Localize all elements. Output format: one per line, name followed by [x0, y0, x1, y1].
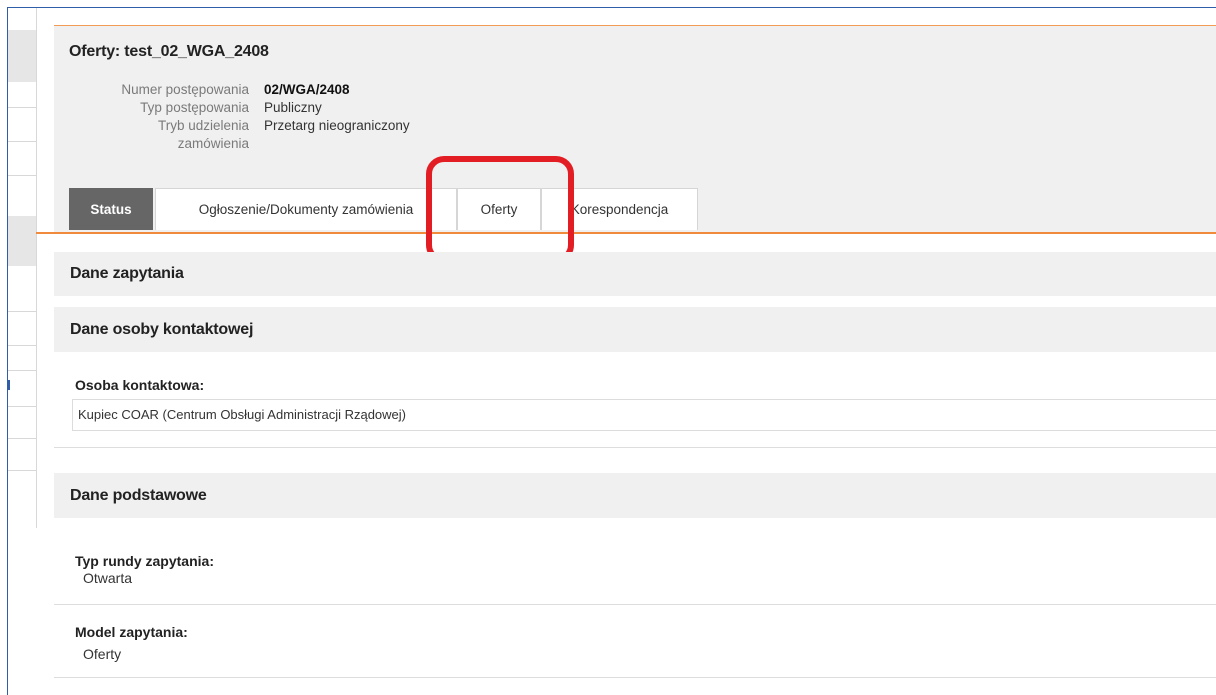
- sidebar-divider: [8, 311, 36, 312]
- sidebar-header-block: [8, 30, 36, 82]
- cropped-top-text: [0, 0, 1216, 7]
- tab-documents[interactable]: Ogłoszenie/Dokumenty zamówienia: [155, 188, 457, 230]
- round-type-value: Otwarta: [83, 570, 133, 586]
- section-basic-data[interactable]: Dane podstawowe: [54, 473, 1216, 518]
- meta-row-mode-cont: zamówienia: [54, 136, 454, 154]
- procedure-header: Oferty: test_02_WGA_2408 Numer postępowa…: [54, 25, 1216, 234]
- sidebar-divider: [8, 370, 36, 371]
- meta-row-mode: Tryb udzielenia Przetarg nieograniczony: [54, 118, 454, 136]
- round-type-label: Typ rundy zapytania:: [75, 553, 214, 569]
- divider: [54, 447, 1216, 448]
- number-value: 02/WGA/2408: [264, 82, 350, 97]
- tab-offers[interactable]: Oferty: [457, 188, 541, 230]
- number-label: Numer postępowania: [121, 82, 249, 97]
- contact-person-value: Kupiec COAR (Centrum Obsługi Administrac…: [72, 399, 1216, 431]
- sidebar-divider: [8, 470, 36, 471]
- procedure-meta: Numer postępowania 02/WGA/2408 Typ postę…: [54, 82, 454, 154]
- type-value: Publiczny: [264, 100, 322, 115]
- sidebar-divider: [8, 345, 36, 346]
- sidebar-divider: [8, 107, 36, 108]
- sidebar-divider: [8, 175, 36, 176]
- divider: [54, 604, 1216, 605]
- sidebar-divider: [8, 438, 36, 439]
- meta-row-number: Numer postępowania 02/WGA/2408: [54, 82, 454, 100]
- type-label: Typ postępowania: [140, 100, 249, 115]
- model-label: Model zapytania:: [75, 624, 188, 640]
- sidebar-active-marker: [8, 380, 10, 390]
- model-value: Oferty: [83, 646, 122, 662]
- contact-person-label: Osoba kontaktowa:: [75, 377, 205, 393]
- sidebar: [8, 8, 37, 528]
- mode-label: Tryb udzielenia: [157, 118, 249, 133]
- tab-correspondence[interactable]: Korespondencja: [541, 188, 698, 230]
- sidebar-divider: [8, 406, 36, 407]
- mode-value: Przetarg nieograniczony: [264, 118, 410, 133]
- divider: [54, 677, 1216, 678]
- header-accent-line: [36, 232, 1216, 234]
- section-contact-data[interactable]: Dane osoby kontaktowej: [54, 307, 1216, 352]
- page-title: Oferty: test_02_WGA_2408: [69, 43, 269, 60]
- meta-row-type: Typ postępowania Publiczny: [54, 100, 454, 118]
- mode-label-continued: zamówienia: [177, 136, 249, 151]
- tab-status[interactable]: Status: [69, 188, 153, 230]
- sidebar-section-block: [8, 216, 36, 266]
- section-query-data[interactable]: Dane zapytania: [54, 252, 1216, 296]
- sidebar-divider: [8, 141, 36, 142]
